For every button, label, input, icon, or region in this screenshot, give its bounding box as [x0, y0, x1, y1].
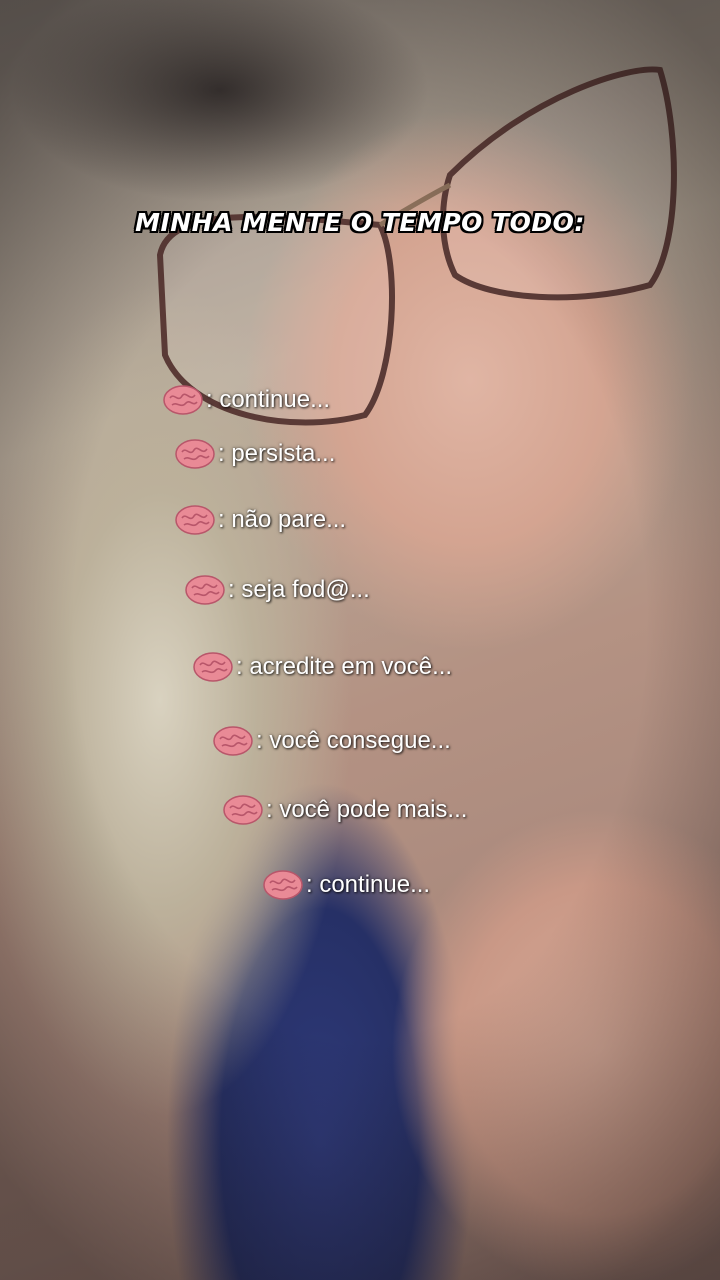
thought-text-2: : persista... — [218, 440, 336, 467]
thought-line-2: : persista... — [174, 437, 335, 471]
thought-text-7: : você pode mais... — [266, 796, 468, 823]
brain-icon — [263, 870, 303, 900]
thought-text-6: : você consegue... — [256, 727, 451, 754]
thought-text-5: : acredite em você... — [236, 653, 453, 680]
thought-line-5: : acredite em você... — [192, 650, 452, 684]
thought-line-1: : continue... — [162, 383, 330, 417]
vignette-overlay — [0, 0, 720, 1280]
headline-text: MINHA MENTE O TEMPO TODO: — [135, 208, 585, 237]
brain-icon — [175, 439, 215, 469]
brain-icon — [163, 385, 203, 415]
brain-icon — [213, 726, 253, 756]
thought-line-6: : você consegue... — [212, 724, 451, 758]
thought-text-1: : continue... — [206, 386, 331, 413]
photo-background: MINHA MENTE O TEMPO TODO: : continue... … — [0, 0, 720, 1280]
thought-text-4: : seja fod@... — [228, 576, 370, 603]
thought-line-7: : você pode mais... — [222, 793, 467, 827]
thought-line-8: : continue... — [262, 868, 430, 902]
brain-icon — [185, 575, 225, 605]
thought-line-3: : não pare... — [174, 503, 346, 537]
brain-icon — [193, 652, 233, 682]
thought-text-3: : não pare... — [218, 506, 347, 533]
eyeglasses-graphic — [156, 66, 677, 426]
thought-line-4: : seja fod@... — [184, 573, 370, 607]
thought-text-8: : continue... — [306, 871, 431, 898]
brain-icon — [175, 505, 215, 535]
brain-icon — [223, 795, 263, 825]
